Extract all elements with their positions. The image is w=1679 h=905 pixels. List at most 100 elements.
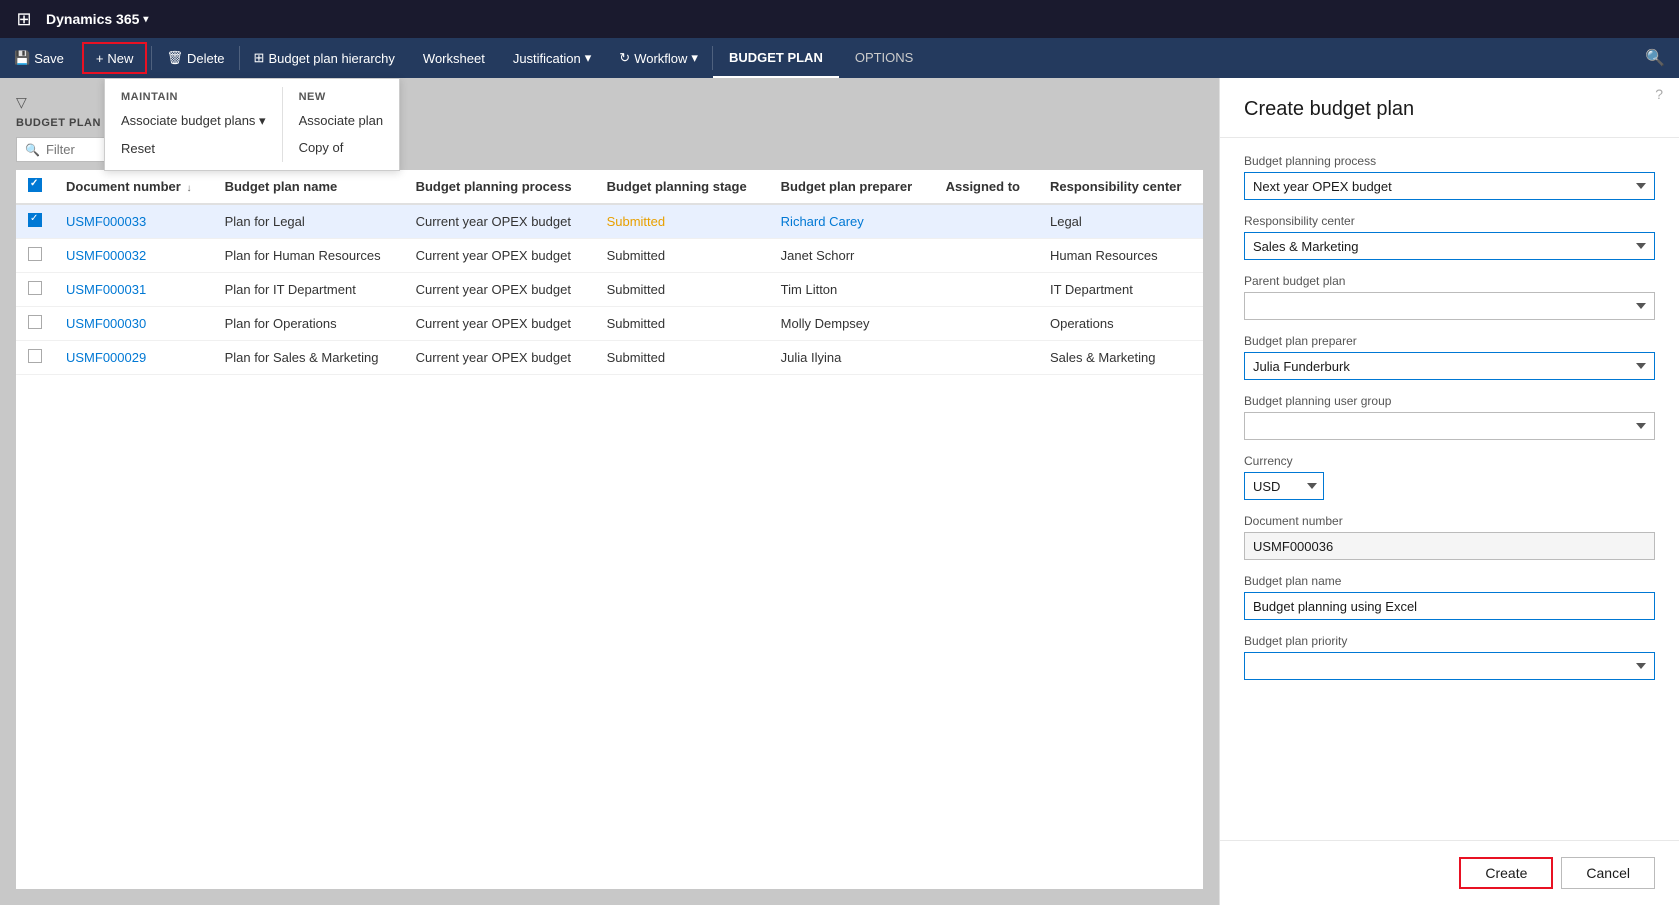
table-row[interactable]: USMF000029 Plan for Sales & Marketing Cu… — [16, 341, 1203, 375]
row-checkbox[interactable] — [28, 281, 42, 295]
workflow-icon: ↻ — [619, 50, 630, 66]
row-responsibility: Legal — [1038, 204, 1203, 239]
row-doc-number[interactable]: USMF000032 — [54, 239, 213, 273]
associate-budget-plans-item[interactable]: Associate budget plans ▾ — [105, 107, 282, 135]
cancel-button[interactable]: Cancel — [1561, 857, 1655, 889]
col-stage-label: Budget planning stage — [607, 179, 747, 194]
row-checkbox[interactable] — [28, 349, 42, 363]
app-grid-icon[interactable]: ⊞ — [10, 5, 38, 33]
worksheet-label: Worksheet — [423, 51, 485, 66]
budget-plan-tab-label: BUDGET PLAN — [729, 50, 823, 65]
document-number-group: Document number — [1244, 514, 1655, 560]
table-body: USMF000033 Plan for Legal Current year O… — [16, 204, 1203, 375]
row-stage: Submitted — [595, 341, 769, 375]
budget-plan-table: Document number ↓ Budget plan name Budge… — [16, 170, 1203, 375]
currency-select[interactable]: USD — [1244, 472, 1324, 500]
worksheet-button[interactable]: Worksheet — [409, 38, 499, 78]
row-stage: Submitted — [595, 307, 769, 341]
row-responsibility: Sales & Marketing — [1038, 341, 1203, 375]
options-tab-label: OPTIONS — [855, 50, 914, 65]
search-button[interactable]: 🔍 — [1631, 38, 1679, 78]
row-checkbox[interactable] — [28, 315, 42, 329]
budget-plan-preparer-label: Budget plan preparer — [1244, 334, 1655, 348]
grid-icon: ⊞ — [16, 9, 31, 30]
col-doc-number: Document number ↓ — [54, 170, 213, 204]
row-checkbox[interactable] — [28, 213, 42, 227]
row-checkbox[interactable] — [28, 247, 42, 261]
row-doc-number[interactable]: USMF000031 — [54, 273, 213, 307]
maintain-header: MAINTAIN — [105, 87, 282, 107]
budget-plan-priority-select[interactable] — [1244, 652, 1655, 680]
row-responsibility: Human Resources — [1038, 239, 1203, 273]
select-all-checkbox[interactable] — [28, 178, 42, 192]
budget-plan-priority-label: Budget plan priority — [1244, 634, 1655, 648]
save-icon: 💾 — [14, 50, 30, 66]
row-process: Current year OPEX budget — [404, 239, 595, 273]
row-plan-name: Plan for IT Department — [213, 273, 404, 307]
save-button[interactable]: 💾 Save — [0, 38, 78, 78]
user-group-select[interactable] — [1244, 412, 1655, 440]
col-process-label: Budget planning process — [416, 179, 572, 194]
row-preparer: Julia Ilyina — [769, 341, 934, 375]
row-assigned — [934, 239, 1038, 273]
row-check-cell — [16, 341, 54, 375]
row-assigned — [934, 307, 1038, 341]
copy-of-item[interactable]: Copy of — [283, 134, 400, 161]
col-responsibility-label: Responsibility center — [1050, 179, 1181, 194]
row-doc-number[interactable]: USMF000033 — [54, 204, 213, 239]
table-row[interactable]: USMF000030 Plan for Operations Current y… — [16, 307, 1203, 341]
row-check-cell — [16, 204, 54, 239]
col-check — [16, 170, 54, 204]
help-icon[interactable]: ? — [1655, 86, 1663, 102]
responsibility-center-select[interactable]: Sales & Marketing — [1244, 232, 1655, 260]
app-title-text: Dynamics 365 — [46, 11, 139, 27]
workflow-label: Workflow — [634, 51, 687, 66]
row-process: Current year OPEX budget — [404, 273, 595, 307]
tab-budget-plan[interactable]: BUDGET PLAN — [713, 38, 839, 78]
parent-budget-plan-select[interactable] — [1244, 292, 1655, 320]
new-button[interactable]: + New — [82, 42, 148, 74]
reset-label: Reset — [121, 141, 155, 156]
row-plan-name: Plan for Sales & Marketing — [213, 341, 404, 375]
budget-plan-name-input[interactable] — [1244, 592, 1655, 620]
create-button[interactable]: Create — [1459, 857, 1553, 889]
associate-plan-item[interactable]: Associate plan — [283, 107, 400, 134]
budget-plan-preparer-select[interactable]: Julia Funderburk — [1244, 352, 1655, 380]
row-assigned — [934, 273, 1038, 307]
row-assigned — [934, 341, 1038, 375]
parent-budget-plan-group: Parent budget plan — [1244, 274, 1655, 320]
col-assigned-to: Assigned to — [934, 170, 1038, 204]
row-doc-number[interactable]: USMF000029 — [54, 341, 213, 375]
row-preparer: Richard Carey — [769, 204, 934, 239]
app-chevron-icon[interactable]: ▾ — [143, 14, 148, 25]
top-bar: ⊞ Dynamics 365 ▾ — [0, 0, 1679, 38]
filter-funnel-icon[interactable]: ▽ — [16, 94, 27, 111]
associate-budget-plans-label: Associate budget plans ▾ — [121, 113, 266, 128]
table-header-row: Document number ↓ Budget plan name Budge… — [16, 170, 1203, 204]
budget-hierarchy-button[interactable]: ⊞ Budget plan hierarchy — [240, 38, 409, 78]
justification-button[interactable]: Justification ▾ — [499, 38, 605, 78]
new-label: New — [107, 51, 133, 66]
table-row[interactable]: USMF000031 Plan for IT Department Curren… — [16, 273, 1203, 307]
col-preparer: Budget plan preparer — [769, 170, 934, 204]
row-doc-number[interactable]: USMF000030 — [54, 307, 213, 341]
justification-chevron-icon: ▾ — [585, 50, 592, 66]
row-stage: Submitted — [595, 204, 769, 239]
reset-item[interactable]: Reset — [105, 135, 282, 162]
budget-plan-name-label: Budget plan name — [1244, 574, 1655, 588]
table-row[interactable]: USMF000032 Plan for Human Resources Curr… — [16, 239, 1203, 273]
delete-button[interactable]: 🗑 Delete — [152, 38, 238, 78]
table-row[interactable]: USMF000033 Plan for Legal Current year O… — [16, 204, 1203, 239]
budget-plan-priority-group: Budget plan priority — [1244, 634, 1655, 680]
workflow-button[interactable]: ↻ Workflow ▾ — [605, 38, 712, 78]
tab-options[interactable]: OPTIONS — [839, 38, 930, 78]
row-process: Current year OPEX budget — [404, 307, 595, 341]
row-assigned — [934, 204, 1038, 239]
sort-icon[interactable]: ↓ — [186, 183, 191, 194]
col-assigned-label: Assigned to — [946, 179, 1020, 194]
row-process: Current year OPEX budget — [404, 341, 595, 375]
row-check-cell — [16, 273, 54, 307]
user-group-label: Budget planning user group — [1244, 394, 1655, 408]
row-stage: Submitted — [595, 273, 769, 307]
budget-planning-process-select[interactable]: Next year OPEX budget — [1244, 172, 1655, 200]
